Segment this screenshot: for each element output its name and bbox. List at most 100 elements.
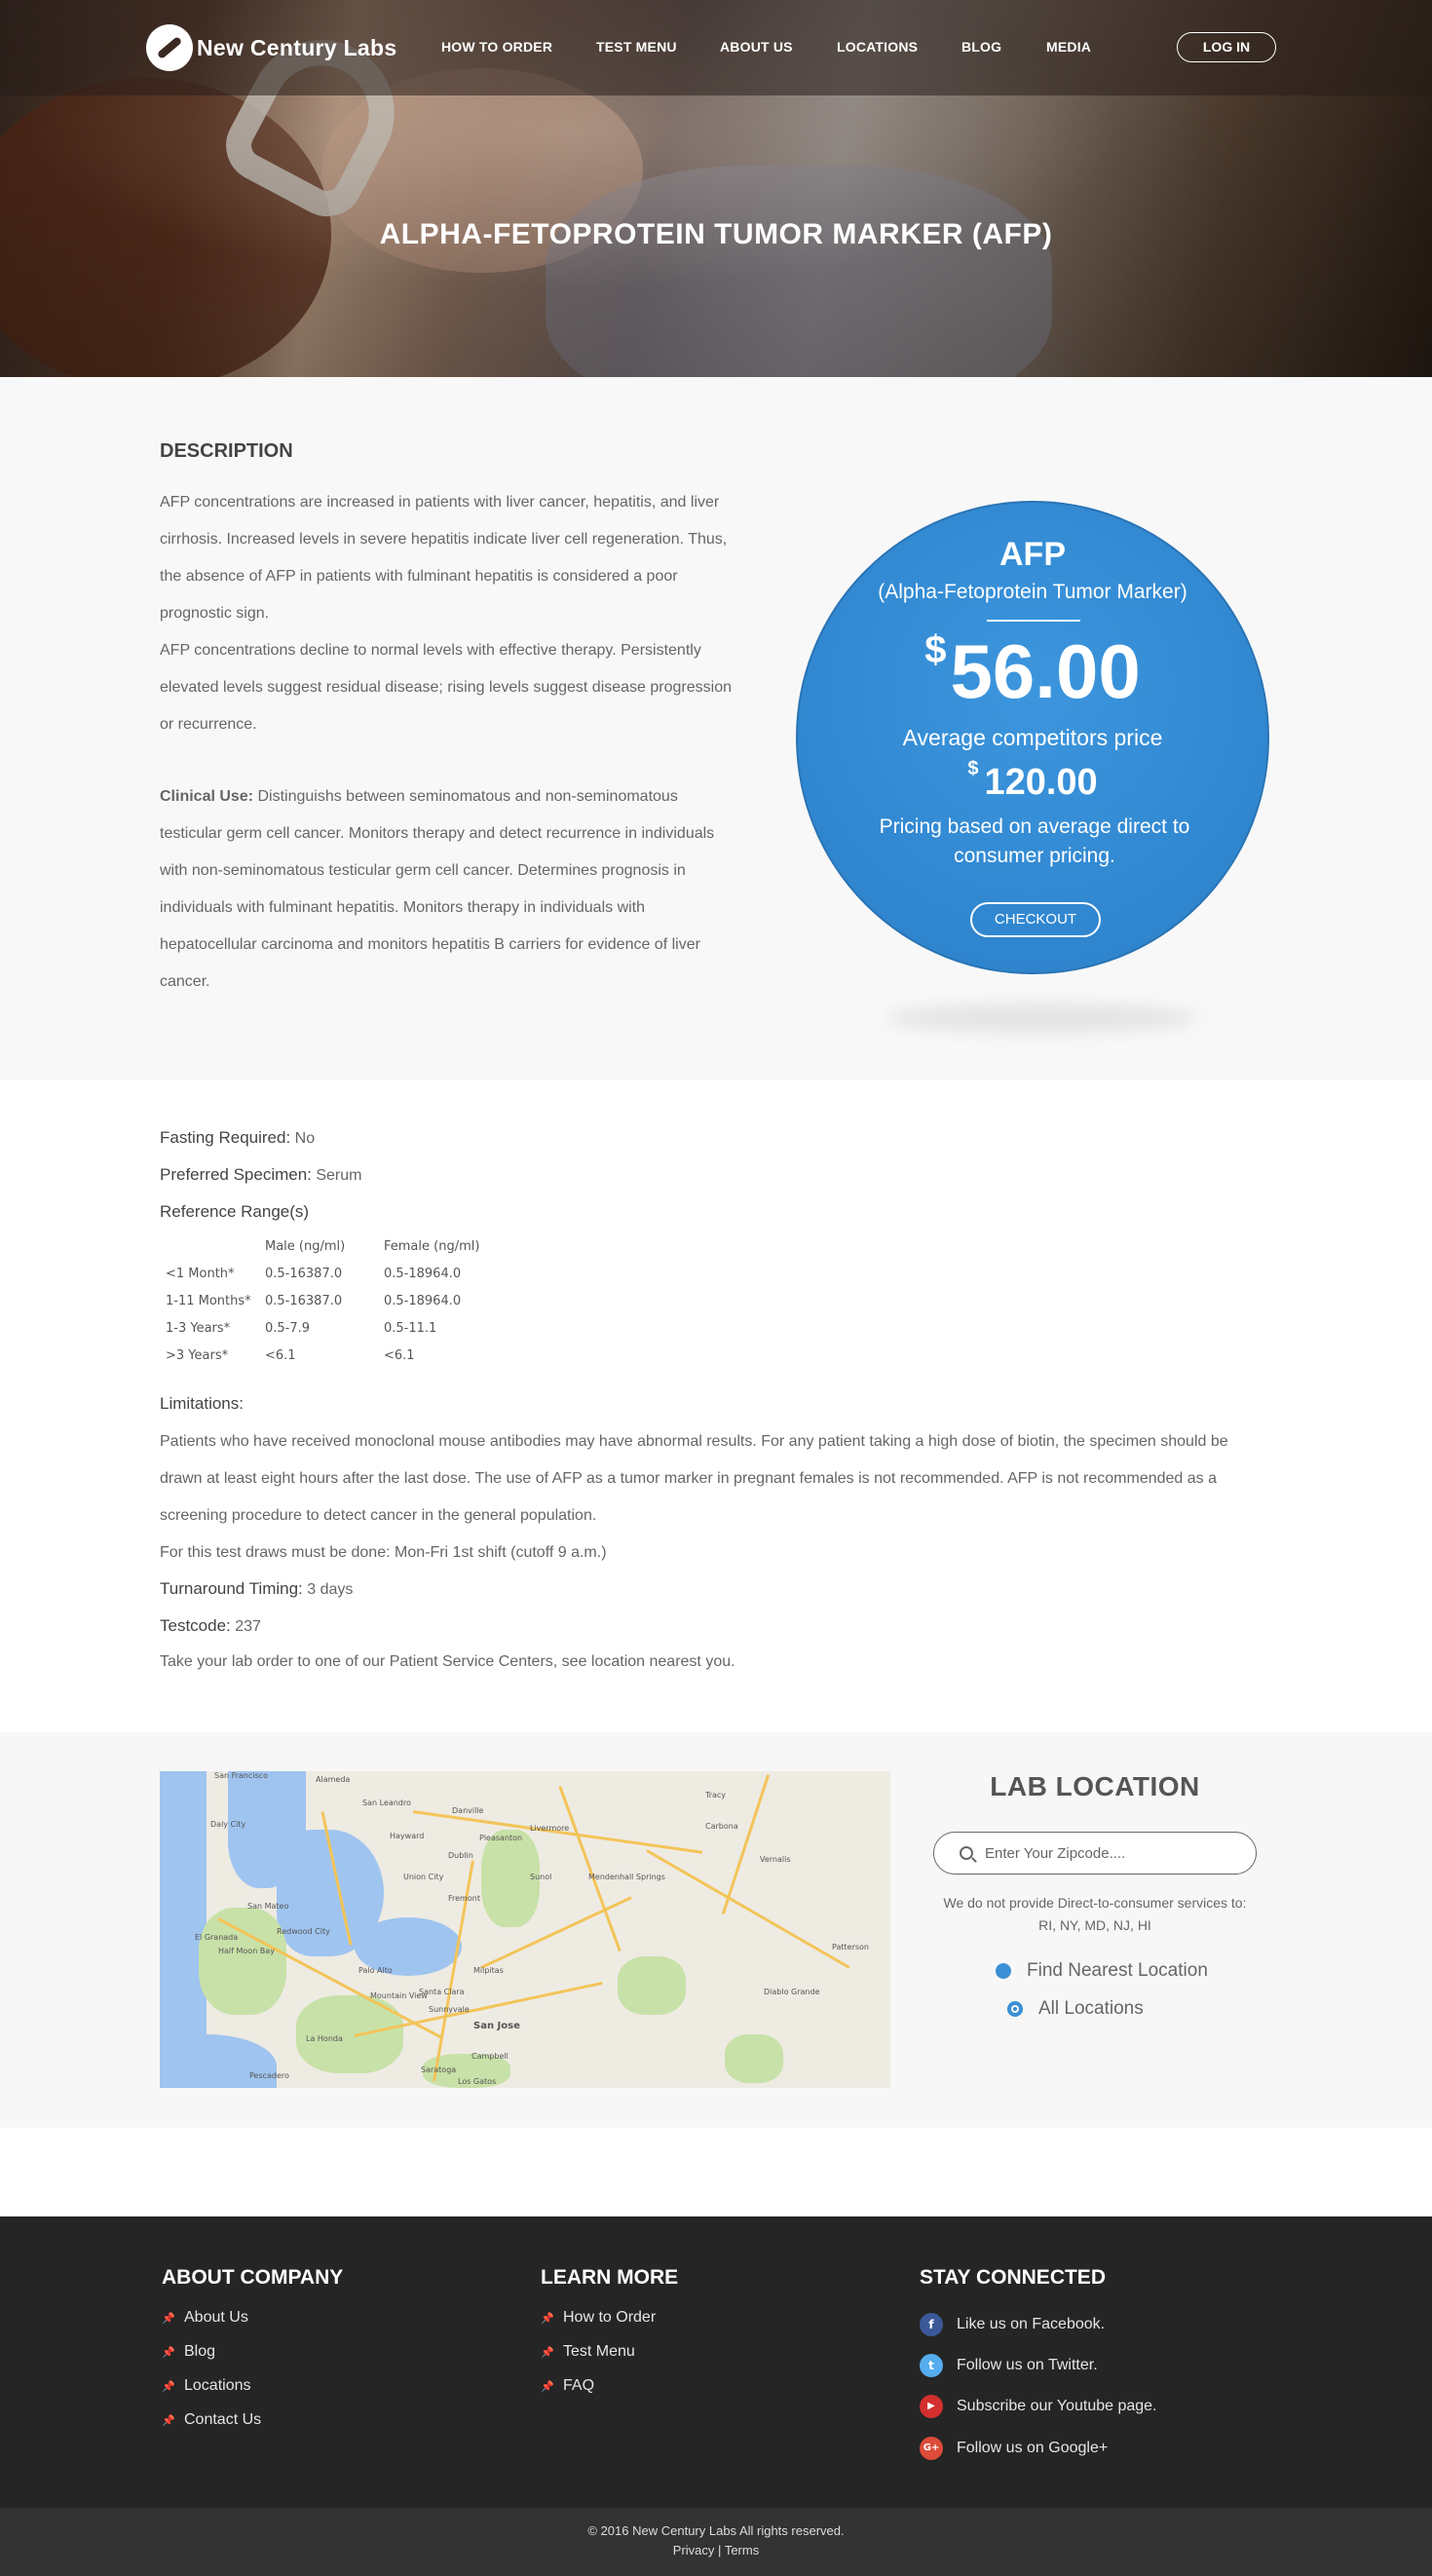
table-cell: >3 Years* bbox=[166, 1347, 229, 1363]
map-park bbox=[725, 2034, 783, 2083]
map-label: El Granada bbox=[195, 1933, 239, 1942]
price-amount: 56.00 bbox=[950, 628, 1141, 714]
youtube-icon: ▶ bbox=[920, 2395, 943, 2418]
login-button[interactable]: LOG IN bbox=[1177, 32, 1276, 62]
map-label: Sunol bbox=[530, 1873, 552, 1881]
hero-banner: New Century Labs HOW TO ORDER TEST MENU … bbox=[0, 0, 1432, 377]
patient-service-note: Take your lab order to one of our Patien… bbox=[160, 1653, 735, 1670]
price-card-shadow bbox=[886, 1004, 1198, 1033]
map-label: Fremont bbox=[448, 1894, 480, 1903]
footer-link-label: How to Order bbox=[563, 2309, 657, 2326]
table-cell: 0.5-11.1 bbox=[384, 1320, 437, 1336]
privacy-link[interactable]: Privacy bbox=[673, 2543, 715, 2557]
description-text: AFP concentrations are increased in pati… bbox=[160, 484, 735, 743]
map-label: Campbell bbox=[471, 2052, 509, 2061]
map-label: Hayward bbox=[390, 1832, 425, 1840]
map-label: Vernalis bbox=[760, 1855, 791, 1864]
map-label: Palo Alto bbox=[358, 1966, 393, 1975]
table-cell: 0.5-18964.0 bbox=[384, 1266, 462, 1281]
draw-schedule: For this test draws must be done: Mon-Fr… bbox=[160, 1544, 607, 1561]
social-label: Subscribe our Youtube page. bbox=[957, 2398, 1157, 2414]
map-label: Diablo Grande bbox=[764, 1988, 820, 1996]
fasting-label: Fasting Required: bbox=[160, 1128, 291, 1147]
footer-link-label: Contact Us bbox=[184, 2411, 262, 2428]
map-label: Milpitas bbox=[473, 1966, 504, 1975]
description-paragraph-2: AFP concentrations decline to normal lev… bbox=[160, 642, 732, 733]
specimen-value: Serum bbox=[311, 1167, 362, 1184]
table-row: 1-3 Years* 0.5-7.9 0.5-11.1 bbox=[160, 1314, 510, 1342]
site-logo[interactable]: New Century Labs bbox=[146, 23, 396, 72]
map-label: San Mateo bbox=[247, 1902, 289, 1911]
nav-test-menu[interactable]: TEST MENU bbox=[596, 39, 677, 55]
find-nearest-location-link[interactable]: Find Nearest Location bbox=[996, 1960, 1208, 1982]
preferred-specimen: Preferred Specimen: Serum bbox=[160, 1165, 361, 1185]
footer-link-locations[interactable]: 📌 Locations bbox=[162, 2377, 251, 2395]
table-cell: 0.5-18964.0 bbox=[384, 1293, 462, 1308]
map-label: San Leandro bbox=[362, 1799, 411, 1807]
nav-media[interactable]: MEDIA bbox=[1046, 39, 1091, 55]
footer-link-label: Locations bbox=[184, 2377, 251, 2394]
map-label: Union City bbox=[403, 1873, 444, 1881]
testcode-value: 237 bbox=[230, 1618, 261, 1635]
zipcode-input[interactable] bbox=[985, 1840, 1238, 1866]
footer-link-blog[interactable]: 📌 Blog bbox=[162, 2343, 215, 2361]
table-header-row: Male (ng/ml) Female (ng/ml) bbox=[160, 1232, 510, 1260]
footer-social-google-plus[interactable]: G+ Follow us on Google+ bbox=[920, 2437, 1108, 2460]
map-road bbox=[646, 1849, 850, 1969]
map-label: San Francisco bbox=[214, 1771, 268, 1780]
table-cell: 1-3 Years* bbox=[166, 1320, 231, 1336]
footer-link-about-us[interactable]: 📌 About Us bbox=[162, 2309, 248, 2327]
footer-link-faq[interactable]: 📌 FAQ bbox=[541, 2377, 594, 2395]
limitations-text: Patients who have received monoclonal mo… bbox=[160, 1423, 1270, 1572]
checkout-button[interactable]: CHECKOUT bbox=[970, 902, 1101, 937]
map-label: Mendenhall Springs bbox=[588, 1873, 665, 1881]
all-locations-label: All Locations bbox=[1038, 1998, 1144, 2019]
turnaround-timing: Turnaround Timing: 3 days bbox=[160, 1579, 353, 1599]
table-cell: 0.5-7.9 bbox=[265, 1320, 311, 1336]
table-cell: 0.5-16387.0 bbox=[265, 1293, 343, 1308]
footer-link-how-to-order[interactable]: 📌 How to Order bbox=[541, 2309, 656, 2327]
nav-locations[interactable]: LOCATIONS bbox=[837, 39, 918, 55]
table-header bbox=[160, 1232, 265, 1260]
fasting-required: Fasting Required: No bbox=[160, 1128, 315, 1148]
map-park bbox=[199, 1908, 286, 2015]
footer-social-twitter[interactable]: t Follow us on Twitter. bbox=[920, 2354, 1098, 2377]
zipcode-search bbox=[933, 1832, 1257, 1875]
price-card: AFP (Alpha-Fetoprotein Tumor Marker) $56… bbox=[796, 501, 1269, 974]
terms-link[interactable]: Terms bbox=[725, 2543, 759, 2557]
table-cell: <6.1 bbox=[384, 1347, 415, 1363]
table-cell: 1-11 Months* bbox=[166, 1293, 251, 1308]
twitter-icon: t bbox=[920, 2354, 943, 2377]
pin-icon: 📌 bbox=[541, 2346, 554, 2359]
all-locations-link[interactable]: All Locations bbox=[1007, 1998, 1144, 2020]
map-label: Daly City bbox=[210, 1820, 246, 1829]
footer-about-title: ABOUT COMPANY bbox=[162, 2266, 344, 2289]
map-road bbox=[721, 1774, 771, 1914]
copyright-bar: © 2016 New Century Labs All rights reser… bbox=[0, 2508, 1432, 2576]
map-label: Dublin bbox=[448, 1851, 473, 1860]
competitor-currency-symbol: $ bbox=[967, 758, 979, 779]
clinical-use-label: Clinical Use: bbox=[160, 788, 254, 805]
social-label: Follow us on Google+ bbox=[957, 2440, 1109, 2456]
footer-social-youtube[interactable]: ▶ Subscribe our Youtube page. bbox=[920, 2395, 1157, 2418]
nav-about-us[interactable]: ABOUT US bbox=[720, 39, 793, 55]
nav-blog[interactable]: BLOG bbox=[961, 39, 1001, 55]
pin-icon: 📌 bbox=[162, 2312, 175, 2325]
specimen-label: Preferred Specimen: bbox=[160, 1165, 312, 1184]
pin-icon: 📌 bbox=[162, 2380, 175, 2393]
footer-link-test-menu[interactable]: 📌 Test Menu bbox=[541, 2343, 635, 2361]
footer-social-facebook[interactable]: f Like us on Facebook. bbox=[920, 2313, 1105, 2336]
table-cell: <1 Month* bbox=[166, 1266, 235, 1281]
location-map[interactable]: San Francisco Alameda San Leandro Haywar… bbox=[160, 1771, 890, 2088]
pin-icon: 📌 bbox=[162, 2346, 175, 2359]
google-plus-icon: G+ bbox=[920, 2437, 943, 2460]
table-cell: <6.1 bbox=[265, 1347, 296, 1363]
table-header: Female (ng/ml) bbox=[384, 1238, 480, 1254]
legal-separator: | bbox=[718, 2543, 722, 2557]
fasting-value: No bbox=[290, 1130, 316, 1147]
map-label: Santa Clara bbox=[419, 1988, 465, 1996]
footer-learn-title: LEARN MORE bbox=[541, 2266, 679, 2289]
footer-link-contact-us[interactable]: 📌 Contact Us bbox=[162, 2411, 261, 2429]
price-card-subtitle: (Alpha-Fetoprotein Tumor Marker) bbox=[878, 581, 1187, 603]
nav-how-to-order[interactable]: HOW TO ORDER bbox=[441, 39, 552, 55]
